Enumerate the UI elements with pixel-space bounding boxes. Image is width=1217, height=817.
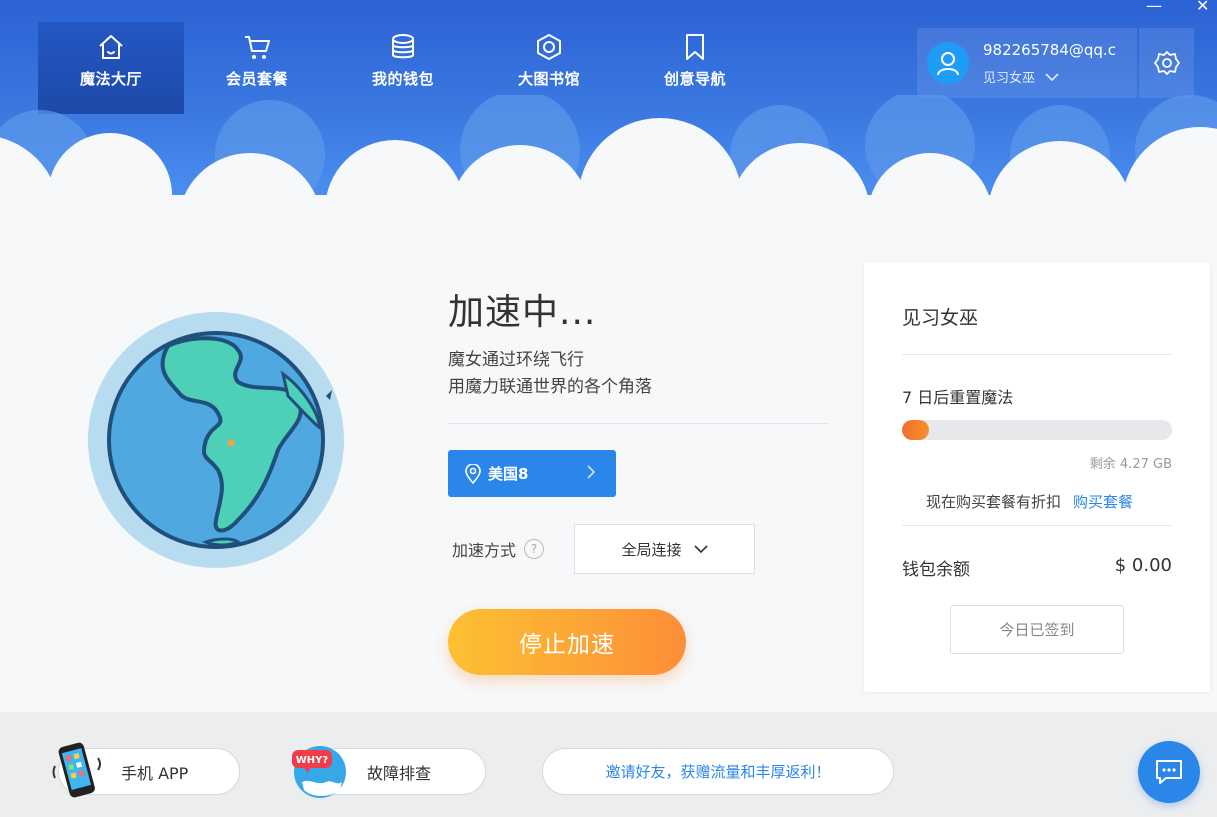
- mode-select[interactable]: 全局连接: [574, 524, 756, 574]
- nav-label: 我的钱包: [371, 70, 434, 88]
- remaining-traffic: 剩余 4.27 GB: [1089, 457, 1172, 472]
- gear-icon: [1153, 51, 1180, 75]
- traffic-progress-bar: [902, 420, 1172, 440]
- why-badge-text: WHY?: [296, 755, 329, 766]
- cloud-decoration: [0, 95, 1217, 200]
- help-icon[interactable]: ?: [524, 539, 545, 559]
- user-icon: [937, 52, 959, 76]
- account-card: 见习女巫 7 日后重置魔法 剩余 4.27 GB 现在购买套餐有折扣 购买套餐 钱…: [864, 262, 1210, 692]
- troubleshoot-label: 故障排查: [367, 763, 432, 783]
- bookmark-icon: [686, 34, 704, 60]
- nav-label: 大图书馆: [517, 70, 580, 88]
- user-account-box[interactable]: 982265784@qq.c 见习女巫: [917, 28, 1137, 98]
- nav-label: 创意导航: [663, 70, 726, 88]
- cart-icon: [245, 36, 270, 59]
- user-email: 982265784@qq.c: [983, 40, 1116, 59]
- chevron-down-icon: [1045, 72, 1059, 81]
- minimize-button[interactable]: —: [1146, 0, 1162, 15]
- user-level[interactable]: 见习女巫: [983, 67, 1129, 86]
- globe-illustration: [88, 312, 344, 568]
- divider: [448, 423, 828, 424]
- status-title: 加速中...: [448, 292, 597, 333]
- invite-label: 邀请好友，获赠流量和丰厚返利！: [605, 763, 831, 781]
- server-select-button[interactable]: 美国8: [448, 450, 616, 497]
- chat-icon: [1156, 760, 1182, 784]
- nav-label: 会员套餐: [225, 70, 288, 88]
- status-description: 魔女通过环绕飞行 用魔力联通世界的各个角落: [448, 347, 828, 401]
- chevron-right-icon: [587, 465, 596, 479]
- wallet-label: 钱包余额: [902, 560, 970, 580]
- avatar: [927, 42, 969, 84]
- home-icon: [99, 35, 123, 59]
- phone-icon: [52, 742, 101, 798]
- location-pin-icon: [465, 463, 481, 484]
- close-button[interactable]: ✕: [1196, 0, 1209, 15]
- invite-friends-button[interactable]: 邀请好友，获赠流量和丰厚返利！: [542, 748, 894, 795]
- user-level-label: 见习女巫: [983, 70, 1036, 86]
- mode-value: 全局连接: [621, 540, 682, 559]
- nav-label: 魔法大厅: [79, 70, 142, 88]
- daily-signin-button[interactable]: 今日已签到: [950, 605, 1124, 654]
- desc-line: 魔女通过环绕飞行: [448, 350, 584, 370]
- wallet-icon: [392, 34, 414, 59]
- why-globe-icon: WHY?: [292, 746, 346, 798]
- promo-text: 现在购买套餐有折扣: [926, 493, 1062, 511]
- header-bar: 魔法大厅 会员套餐 我的钱包 大图书馆 创意导航 982265784@qq.c …: [0, 0, 1217, 200]
- divider: [902, 354, 1172, 355]
- wallet-balance: $ 0.00: [1114, 555, 1172, 576]
- desc-line: 用魔力联通世界的各个角落: [448, 377, 652, 397]
- chat-support-button[interactable]: [1138, 741, 1200, 803]
- mode-row: 加速方式 ? 全局连接: [448, 524, 828, 574]
- reset-text: 7 日后重置魔法: [902, 388, 1014, 407]
- progress-fill: [902, 420, 929, 440]
- promo-row: 现在购买套餐有折扣 购买套餐: [926, 491, 1133, 512]
- settings-button[interactable]: [1139, 28, 1194, 98]
- server-name: 美国8: [488, 465, 529, 483]
- buy-plan-link[interactable]: 购买套餐: [1073, 493, 1133, 511]
- stop-acceleration-button[interactable]: 停止加速: [448, 609, 686, 675]
- connection-panel: 加速中... 魔女通过环绕飞行 用魔力联通世界的各个角落 美国8 加速方式 ? …: [448, 283, 828, 675]
- mode-label: 加速方式: [452, 541, 517, 560]
- card-level: 见习女巫: [902, 307, 979, 329]
- library-icon: [537, 34, 561, 60]
- mobile-app-label: 手机 APP: [121, 763, 189, 783]
- chevron-down-icon: [693, 544, 708, 553]
- divider: [902, 525, 1172, 526]
